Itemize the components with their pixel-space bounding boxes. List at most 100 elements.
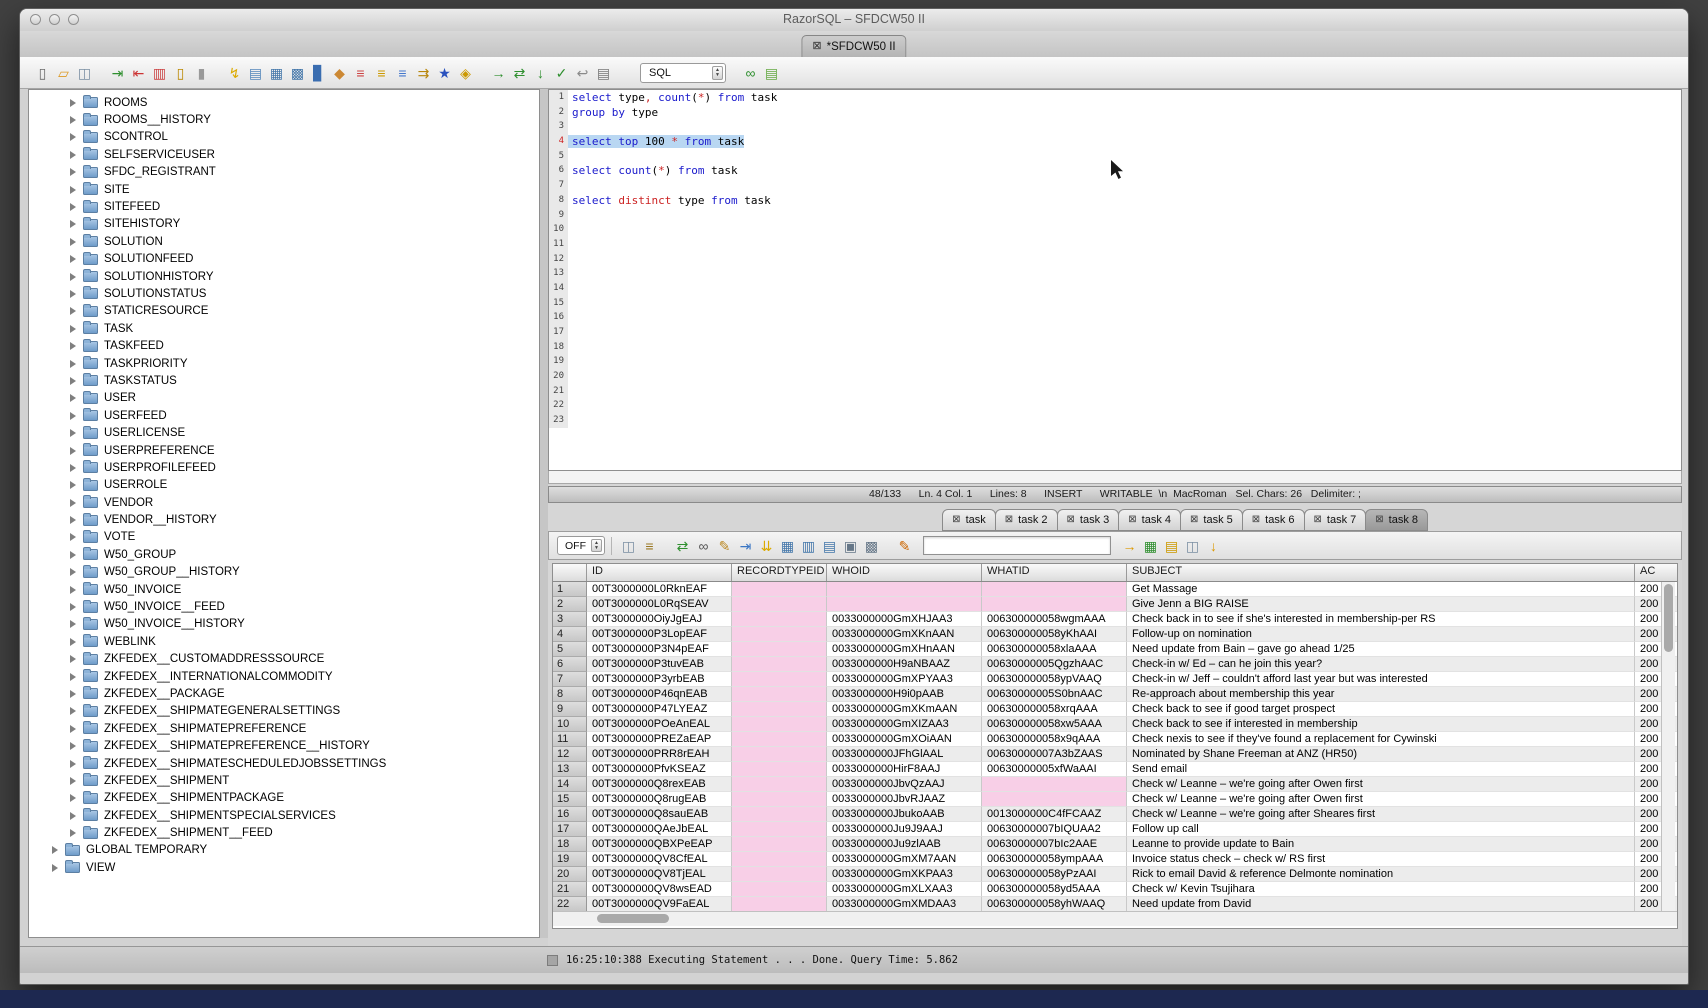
table-row[interactable]: 900T3000000P47LYEAZ0033000000GmXKmAAN006… xyxy=(553,702,1677,717)
row-number-cell[interactable]: 11 xyxy=(553,732,587,747)
cell-recordtypeid[interactable] xyxy=(732,687,827,702)
cell-subject[interactable]: Give Jenn a BIG RAISE xyxy=(1127,597,1635,612)
sidebar-item-sfdc-registrant[interactable]: SFDC_REGISTRANT xyxy=(29,164,539,181)
disclosure-triangle-icon[interactable] xyxy=(70,429,76,437)
cell-id[interactable]: 00T3000000P3yrbEAB xyxy=(587,672,732,687)
cell-whatid[interactable]: 006300000058yhWAAQ xyxy=(982,897,1127,912)
checklist-icon[interactable]: ▤ xyxy=(245,63,266,83)
editor-line[interactable]: 12 xyxy=(549,252,1681,267)
table-row[interactable]: 1500T3000000Q8rugEAB0033000000JbvRJAAZCh… xyxy=(553,792,1677,807)
editor-line[interactable]: 8select distinct type from task xyxy=(549,193,1681,208)
row-number-cell[interactable]: 14 xyxy=(553,777,587,792)
disclosure-triangle-icon[interactable] xyxy=(70,516,76,524)
disclosure-triangle-icon[interactable] xyxy=(70,290,76,298)
format-icon[interactable]: ⇉ xyxy=(413,63,434,83)
cell-recordtypeid[interactable] xyxy=(732,867,827,882)
stepper-icon[interactable]: ▲▼ xyxy=(712,66,723,80)
sidebar-item-solutionstatus[interactable]: SOLUTIONSTATUS xyxy=(29,285,539,302)
sidebar-item-global-temporary[interactable]: GLOBAL TEMPORARY xyxy=(29,842,539,859)
tab-close-icon[interactable]: ⊠ xyxy=(1067,515,1075,525)
cell-subject[interactable]: Send email xyxy=(1127,762,1635,777)
sidebar-item-taskstatus[interactable]: TASKSTATUS xyxy=(29,372,539,389)
table-row[interactable]: 100T3000000L0RknEAFGet Massage200 xyxy=(553,582,1677,597)
sql-editor[interactable]: 1select type, count(*) from task2group b… xyxy=(548,89,1682,471)
row-number-cell[interactable]: 4 xyxy=(553,627,587,642)
sort-icon[interactable]: ≡ xyxy=(371,63,392,83)
cell-subject[interactable]: Re-approach about membership this year xyxy=(1127,687,1635,702)
sidebar-item-task[interactable]: TASK xyxy=(29,320,539,337)
cell-recordtypeid[interactable] xyxy=(732,822,827,837)
cell-whatid[interactable]: 006300000058xlaAAA xyxy=(982,642,1127,657)
swap-arrows-icon[interactable]: ⇄ xyxy=(509,63,530,83)
table-row[interactable]: 800T3000000P46qnEAB0033000000H9i0pAAB006… xyxy=(553,687,1677,702)
cell-whatid[interactable]: 006300000058yd5AAA xyxy=(982,882,1127,897)
disclosure-triangle-icon[interactable] xyxy=(70,360,76,368)
execute-lightning-icon[interactable]: ↯ xyxy=(224,63,245,83)
sidebar-item-zkfedex-package[interactable]: ZKFEDEX__PACKAGE xyxy=(29,685,539,702)
disclosure-triangle-icon[interactable] xyxy=(70,551,76,559)
cell-subject[interactable]: Check-in w/ Jeff – couldn't afford last … xyxy=(1127,672,1635,687)
cell-id[interactable]: 00T3000000PRR8rEAH xyxy=(587,747,732,762)
disclosure-triangle-icon[interactable] xyxy=(70,412,76,420)
column-header-ac[interactable]: AC xyxy=(1635,564,1678,581)
cell-recordtypeid[interactable] xyxy=(732,732,827,747)
editor-line[interactable]: 14 xyxy=(549,281,1681,296)
tab-close-icon[interactable]: ⊠ xyxy=(952,515,960,525)
editor-line[interactable]: 16 xyxy=(549,310,1681,325)
row-number-cell[interactable]: 16 xyxy=(553,807,587,822)
edit-form-icon[interactable]: ▤ xyxy=(1161,536,1182,556)
disclosure-triangle-icon[interactable] xyxy=(70,707,76,715)
editor-line[interactable]: 4select top 100 * from task xyxy=(549,134,1681,149)
cell-whatid[interactable]: 00630000007bIQUAA2 xyxy=(982,822,1127,837)
cell-recordtypeid[interactable] xyxy=(732,612,827,627)
scrollbar-thumb[interactable] xyxy=(597,914,669,923)
cell-whatid[interactable]: 006300000058yKhAAI xyxy=(982,627,1127,642)
cell-whatid[interactable] xyxy=(982,582,1127,597)
grid-horizontal-scrollbar[interactable] xyxy=(553,911,1677,926)
table-row[interactable]: 300T3000000OiyJgEAJ0033000000GmXHJAA3006… xyxy=(553,612,1677,627)
column-header-whatid[interactable]: WHATID xyxy=(982,564,1127,581)
column-icon[interactable]: ▮ xyxy=(191,63,212,83)
cell-id[interactable]: 00T3000000QV8wsEAD xyxy=(587,882,732,897)
sidebar-item-zkfedex-shipment[interactable]: ZKFEDEX__SHIPMENT xyxy=(29,772,539,789)
red-list-icon[interactable]: ≡ xyxy=(350,63,371,83)
cell-id[interactable]: 00T3000000QBXPeEAP xyxy=(587,837,732,852)
disclosure-triangle-icon[interactable] xyxy=(70,307,76,315)
sidebar-item-selfserviceuser[interactable]: SELFSERVICEUSER xyxy=(29,146,539,163)
cell-id[interactable]: 00T3000000POeAnEAL xyxy=(587,717,732,732)
cell-recordtypeid[interactable] xyxy=(732,807,827,822)
cell-id[interactable]: 00T3000000P3N4pEAF xyxy=(587,642,732,657)
cell-whatid[interactable]: 00630000007A3bZAAS xyxy=(982,747,1127,762)
row-number-cell[interactable]: 5 xyxy=(553,642,587,657)
sidebar-item-zkfedex-shipmatepreference-history[interactable]: ZKFEDEX__SHIPMATEPREFERENCE__HISTORY xyxy=(29,737,539,754)
cell-subject[interactable]: Check w/ Leanne – we're going after Owen… xyxy=(1127,792,1635,807)
cell-whoid[interactable] xyxy=(827,582,982,597)
cell-id[interactable]: 00T3000000P3tuvEAB xyxy=(587,657,732,672)
form-icon[interactable]: ▤ xyxy=(761,63,782,83)
filter-icon[interactable]: ≡ xyxy=(639,536,660,556)
editor-line[interactable]: 5 xyxy=(549,149,1681,164)
cell-whoid[interactable]: 0033000000Ju9J9AAJ xyxy=(827,822,982,837)
sidebar-item-staticresource[interactable]: STATICRESOURCE xyxy=(29,303,539,320)
sidebar-item-w50-invoice-feed[interactable]: W50_INVOICE__FEED xyxy=(29,598,539,615)
disclosure-triangle-icon[interactable] xyxy=(70,238,76,246)
cell-whatid[interactable] xyxy=(982,777,1127,792)
cell-whatid[interactable]: 006300000058xw5AAA xyxy=(982,717,1127,732)
save-results-icon[interactable]: ◫ xyxy=(618,536,639,556)
disclosure-triangle-icon[interactable] xyxy=(70,325,76,333)
sidebar-item-userrole[interactable]: USERROLE xyxy=(29,477,539,494)
db-import-icon[interactable]: ⇥ xyxy=(107,63,128,83)
cell-recordtypeid[interactable] xyxy=(732,792,827,807)
sidebar-item-vote[interactable]: VOTE xyxy=(29,529,539,546)
disclosure-triangle-icon[interactable] xyxy=(70,586,76,594)
table-row[interactable]: 1900T3000000QV8CfEAL0033000000GmXM7AAN00… xyxy=(553,852,1677,867)
row-number-cell[interactable]: 3 xyxy=(553,612,587,627)
cell-id[interactable]: 00T3000000Q8sauEAB xyxy=(587,807,732,822)
sidebar-item-vendor[interactable]: VENDOR xyxy=(29,494,539,511)
cell-subject[interactable]: Check back to see if good target prospec… xyxy=(1127,702,1635,717)
sidebar-item-vendor-history[interactable]: VENDOR__HISTORY xyxy=(29,511,539,528)
table-row[interactable]: 1300T3000000PfvKSEAZ0033000000HirF8AAJ00… xyxy=(553,762,1677,777)
cell-whatid[interactable] xyxy=(982,792,1127,807)
result-tab-task-8[interactable]: ⊠task 8 xyxy=(1365,509,1428,531)
sidebar-item-solutionfeed[interactable]: SOLUTIONFEED xyxy=(29,251,539,268)
